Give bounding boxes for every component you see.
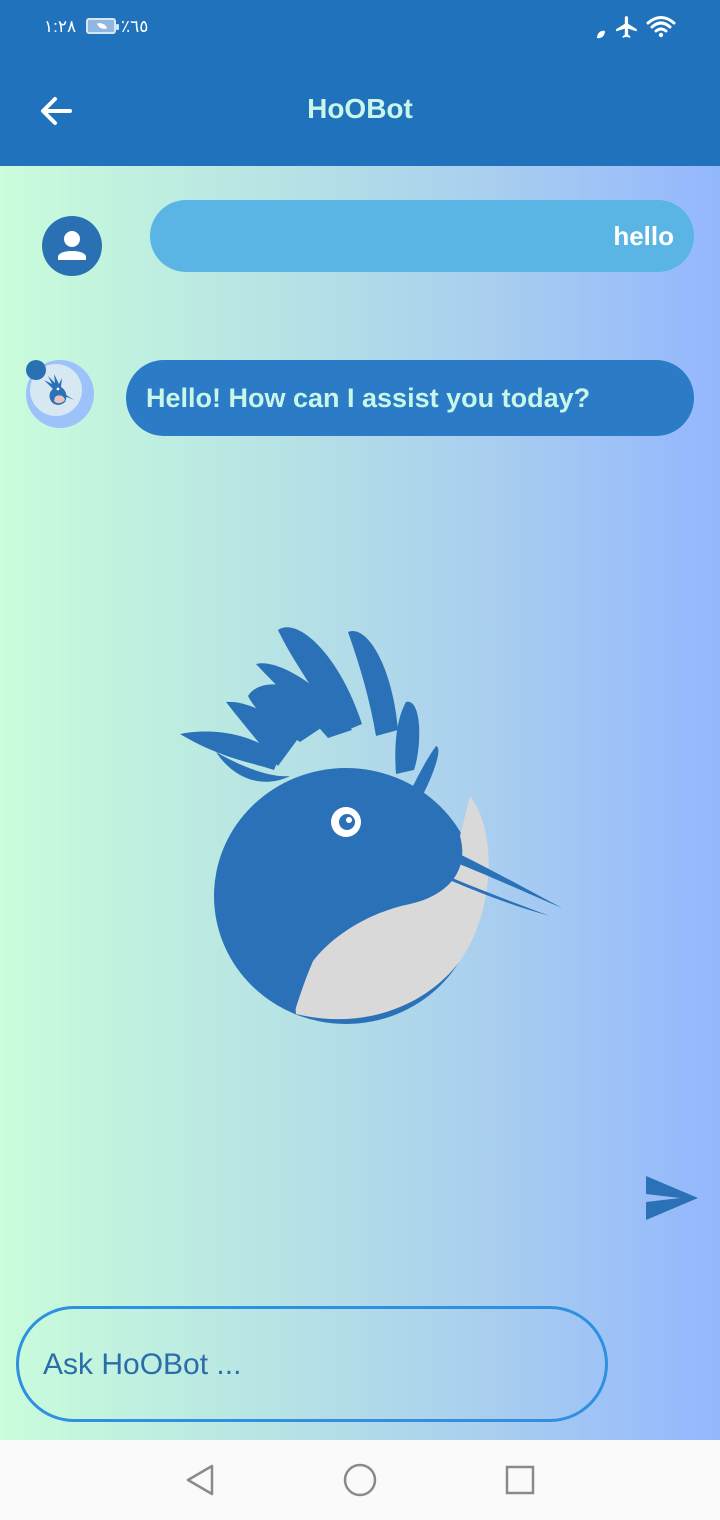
nav-home-button[interactable] [338, 1458, 382, 1502]
user-avatar [42, 216, 102, 276]
bot-message-bubble: Hello! How can I assist you today? [126, 360, 694, 436]
bot-avatar [26, 360, 94, 428]
chat-area[interactable]: hello Hello! How can I assist you today? [0, 166, 720, 1440]
page-title: HoOBot [307, 93, 413, 124]
person-icon [58, 231, 86, 260]
battery-percent: ٪٦٥ [121, 17, 149, 36]
nav-back-button[interactable] [178, 1458, 222, 1502]
data-saver-icon [597, 30, 605, 39]
send-icon [646, 1176, 698, 1220]
airplane-icon [616, 16, 637, 38]
send-button[interactable] [640, 1168, 704, 1228]
status-bar: ١:٢٨ ٪٦٥ [0, 0, 720, 55]
back-triangle-icon [186, 1464, 214, 1496]
user-message-bubble: hello [150, 200, 694, 272]
bot-message-text: Hello! How can I assist you today? [146, 382, 591, 413]
home-circle-icon [343, 1463, 377, 1497]
status-icons [594, 13, 676, 41]
status-time: ١:٢٨ [44, 17, 77, 36]
app-bar: HoOBot [0, 55, 720, 166]
wifi-icon [646, 16, 676, 38]
bot-status-dot [26, 360, 46, 380]
message-input[interactable] [41, 1309, 585, 1421]
nav-recents-button[interactable] [498, 1458, 542, 1502]
system-nav-bar [0, 1440, 720, 1520]
user-message-text: hello [613, 220, 674, 251]
recents-square-icon [505, 1465, 535, 1495]
message-input-container[interactable] [16, 1306, 608, 1422]
hoobot-logo [180, 627, 562, 1024]
battery-icon [86, 18, 119, 34]
